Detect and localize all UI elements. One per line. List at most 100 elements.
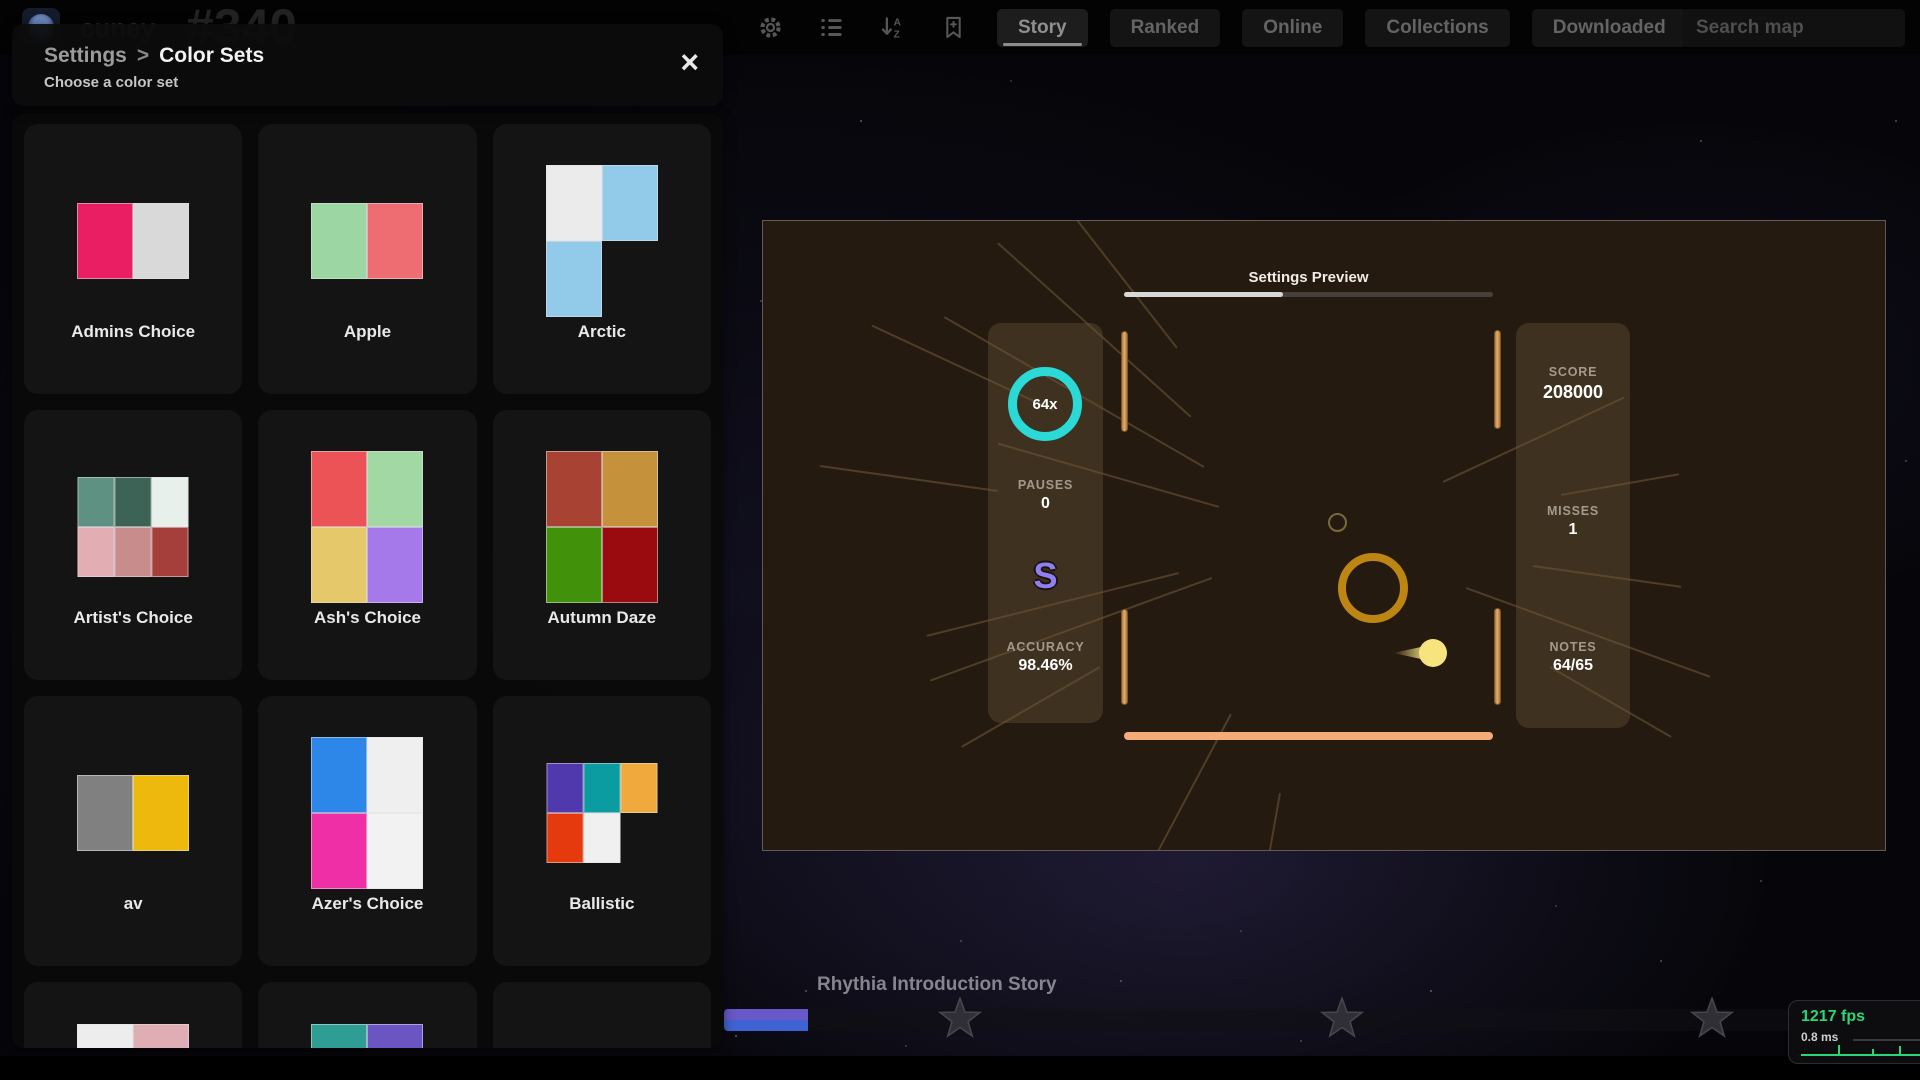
- breadcrumb: Settings > Color Sets: [44, 44, 723, 68]
- color-swatch: [367, 203, 423, 279]
- color-swatch: [367, 737, 423, 813]
- color-swatch: [311, 813, 367, 889]
- color-set-name: Autumn Daze: [493, 608, 711, 628]
- fps-sparkline: [1801, 1040, 1920, 1056]
- fps-value: 1217 fps: [1801, 1008, 1865, 1026]
- color-set-card[interactable]: Arctic: [493, 124, 711, 394]
- story-progress-fill: [724, 1009, 808, 1031]
- swatch-block: [77, 203, 189, 279]
- color-swatch: [546, 241, 602, 317]
- song-progress-track: [1124, 292, 1493, 297]
- right-stats-panel: SCORE 208000 MISSES 1 NOTES 64/65: [1516, 323, 1630, 728]
- tab-story[interactable]: Story: [997, 9, 1088, 47]
- swatch-block: [546, 165, 658, 317]
- color-swatch: [311, 1024, 367, 1048]
- color-swatch: [133, 203, 189, 279]
- color-set-name: Ballistic: [493, 894, 711, 914]
- left-stats-panel: 64x PAUSES 0 S ACCURACY 98.46%: [988, 323, 1103, 723]
- swatch-block: [311, 451, 423, 603]
- color-sets-dialog: Settings > Color Sets Choose a color set ×…: [12, 24, 723, 1048]
- stat-label: SCORE: [1516, 365, 1630, 379]
- toolbar-icons: A Z: [757, 0, 967, 55]
- breadcrumb-current: Color Sets: [159, 44, 264, 67]
- color-swatch: [311, 203, 367, 279]
- color-swatch: [115, 527, 152, 577]
- color-swatch: [77, 1024, 133, 1048]
- color-swatch: [367, 527, 423, 603]
- tab-downloaded[interactable]: Downloaded: [1532, 9, 1687, 47]
- swatch-block: [311, 203, 423, 279]
- breadcrumb-settings[interactable]: Settings: [44, 44, 127, 67]
- color-set-card[interactable]: av: [24, 696, 242, 966]
- color-set-name: av: [24, 894, 242, 914]
- swatch-block: [311, 1024, 423, 1048]
- color-set-name: Ash's Choice: [258, 608, 476, 628]
- health-pillar: [1121, 609, 1128, 705]
- color-set-name: Azer's Choice: [258, 894, 476, 914]
- color-swatch: [546, 451, 602, 527]
- color-swatch: [602, 527, 658, 603]
- health-pillar: [1121, 331, 1128, 432]
- stat-value: 0: [988, 495, 1103, 513]
- color-swatch: [77, 775, 133, 851]
- color-set-card[interactable]: [24, 982, 242, 1048]
- color-set-card[interactable]: Azer's Choice: [258, 696, 476, 966]
- color-set-grid: Admins Choice Apple Arctic Artist's Choice A…: [12, 114, 723, 1048]
- color-swatch: [78, 477, 115, 527]
- search-input[interactable]: [1682, 9, 1905, 47]
- health-pillar: [1494, 608, 1501, 705]
- swatch-block: [77, 775, 189, 851]
- color-set-name: Admins Choice: [24, 322, 242, 342]
- svg-text:Z: Z: [894, 30, 900, 41]
- color-swatch: [78, 527, 115, 577]
- svg-text:A: A: [894, 17, 902, 28]
- color-swatch: [311, 737, 367, 813]
- fps-panel: 1217 fps 0.8 ms: [1788, 1000, 1920, 1064]
- list-view-icon[interactable]: [818, 14, 845, 41]
- accuracy-stat: ACCURACY 98.46%: [988, 640, 1103, 675]
- breadcrumb-separator: >: [137, 44, 149, 67]
- bookmark-add-icon[interactable]: [940, 14, 967, 41]
- nav-tabs: Story Ranked Online Collections Downloaded: [997, 9, 1687, 47]
- color-set-card[interactable]: Admins Choice: [24, 124, 242, 394]
- timeline-bar: [1124, 732, 1493, 740]
- color-set-name: Artist's Choice: [24, 608, 242, 628]
- settings-gear-icon[interactable]: [757, 14, 784, 41]
- color-set-card[interactable]: Artist's Choice: [24, 410, 242, 680]
- color-set-card[interactable]: [258, 982, 476, 1048]
- color-swatch: [620, 813, 657, 863]
- stat-value: 64/65: [1516, 657, 1630, 675]
- color-swatch: [546, 165, 602, 241]
- sort-az-icon[interactable]: A Z: [879, 14, 906, 41]
- color-swatch: [546, 813, 583, 863]
- color-swatch: [367, 813, 423, 889]
- tab-online[interactable]: Online: [1242, 9, 1343, 47]
- notes-stat: NOTES 64/65: [1516, 640, 1630, 675]
- color-swatch: [133, 1024, 189, 1048]
- color-swatch: [133, 775, 189, 851]
- color-swatch: [77, 203, 133, 279]
- tab-ranked[interactable]: Ranked: [1110, 9, 1221, 47]
- color-set-card[interactable]: Ballistic: [493, 696, 711, 966]
- app-root: cuney #340 A Z StoryRankedOnlineColl: [0, 0, 1920, 1080]
- combo-value: 64x: [1032, 396, 1057, 413]
- close-icon[interactable]: ×: [680, 46, 699, 78]
- color-set-name: Arctic: [493, 322, 711, 342]
- settings-preview-panel: Settings Preview 64x PAUSES 0 S ACCURACY…: [762, 220, 1886, 851]
- approach-circle: [1328, 513, 1347, 532]
- color-swatch: [311, 527, 367, 603]
- dialog-subtitle: Choose a color set: [44, 74, 723, 91]
- color-set-card[interactable]: Apple: [258, 124, 476, 394]
- color-set-card[interactable]: Autumn Daze: [493, 410, 711, 680]
- color-set-name: Apple: [258, 322, 476, 342]
- swatch-block: [78, 477, 189, 577]
- color-swatch: [620, 763, 657, 813]
- color-set-card[interactable]: [493, 982, 711, 1048]
- story-progress-track[interactable]: [724, 1009, 1920, 1031]
- color-swatch: [311, 451, 367, 527]
- tab-collections[interactable]: Collections: [1365, 9, 1509, 47]
- color-swatch: [152, 527, 189, 577]
- misses-stat: MISSES 1: [1516, 504, 1630, 539]
- color-set-card[interactable]: Ash's Choice: [258, 410, 476, 680]
- dialog-body: Admins Choice Apple Arctic Artist's Choice A…: [12, 114, 723, 1048]
